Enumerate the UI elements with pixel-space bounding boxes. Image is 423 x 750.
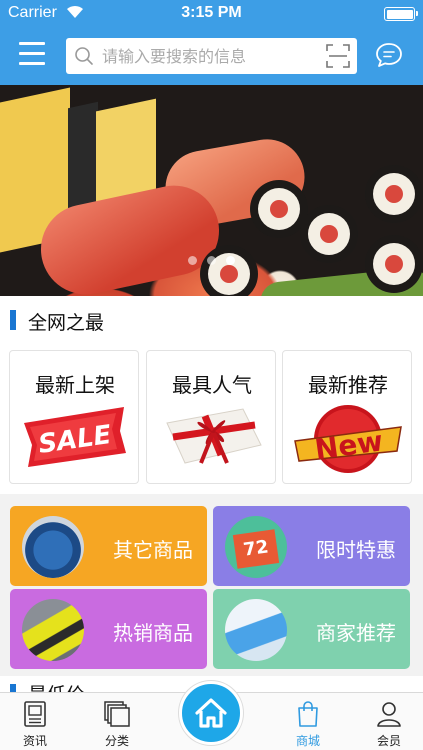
status-time: 3:15 PM (181, 4, 242, 21)
sale-sticker-icon: SALE (24, 407, 126, 467)
tab-mall[interactable]: 商城 (273, 693, 343, 750)
news-icon (24, 701, 46, 727)
search-box[interactable] (66, 38, 357, 74)
tile-label: 热销商品 (113, 621, 193, 645)
scan-icon[interactable] (326, 44, 350, 68)
card-label: 最具人气 (172, 373, 252, 397)
status-bar: Carrier 3:15 PM (0, 0, 423, 28)
tile-label: 限时特惠 (316, 538, 396, 562)
card-recommended[interactable]: 最新推荐 New (282, 350, 412, 484)
tile-hot-products[interactable]: 热销商品 (10, 589, 207, 669)
search-input[interactable] (102, 42, 312, 70)
tab-label: 商城 (295, 734, 320, 748)
tab-label: 会员 (376, 734, 401, 748)
tab-news[interactable]: 资讯 (0, 693, 70, 750)
home-button[interactable] (179, 681, 243, 745)
category-icon (104, 701, 130, 727)
section-title: 全网之最 (28, 312, 105, 334)
gift-box-icon (166, 408, 262, 464)
message-icon[interactable] (374, 40, 404, 70)
card-popular[interactable]: 最具人气 (146, 350, 276, 484)
carousel-dot[interactable] (207, 256, 216, 265)
backpack-icon (22, 516, 84, 578)
shopping-bag-icon (298, 701, 318, 727)
tile-label: 其它商品 (113, 538, 193, 562)
sneaker-icon (22, 599, 84, 661)
search-icon (75, 47, 93, 65)
card-label: 最新上架 (35, 373, 115, 397)
section-best-header: 全网之最 (0, 296, 423, 344)
tile-limited-offer[interactable]: 72 限时特惠 (213, 506, 410, 586)
calendar-icon: 72 (225, 516, 287, 578)
tile-merchant-picks[interactable]: 商家推荐 (213, 589, 410, 669)
card-label: 最新推荐 (308, 373, 388, 397)
carousel-dot-active[interactable] (226, 256, 235, 265)
tab-label: 分类 (104, 734, 129, 748)
user-icon (377, 702, 401, 727)
home-icon (195, 698, 227, 728)
tab-category[interactable]: 分类 (82, 693, 152, 750)
battery-icon (384, 7, 418, 21)
top-header: Carrier 3:15 PM (0, 0, 423, 85)
card-newest[interactable]: 最新上架 SALE (9, 350, 139, 484)
menu-button[interactable] (19, 42, 45, 66)
best-cards: 最新上架 SALE 最具人气 最新推荐 New (0, 344, 423, 494)
carousel-dot[interactable] (188, 256, 197, 265)
tab-label: 资讯 (22, 734, 47, 748)
phone-icon (225, 599, 287, 661)
tab-member[interactable]: 会员 (354, 693, 423, 750)
tile-other-products[interactable]: 其它商品 (10, 506, 207, 586)
tile-label: 商家推荐 (316, 621, 396, 645)
carousel-indicator (0, 250, 423, 265)
new-badge-icon: New (294, 405, 402, 473)
